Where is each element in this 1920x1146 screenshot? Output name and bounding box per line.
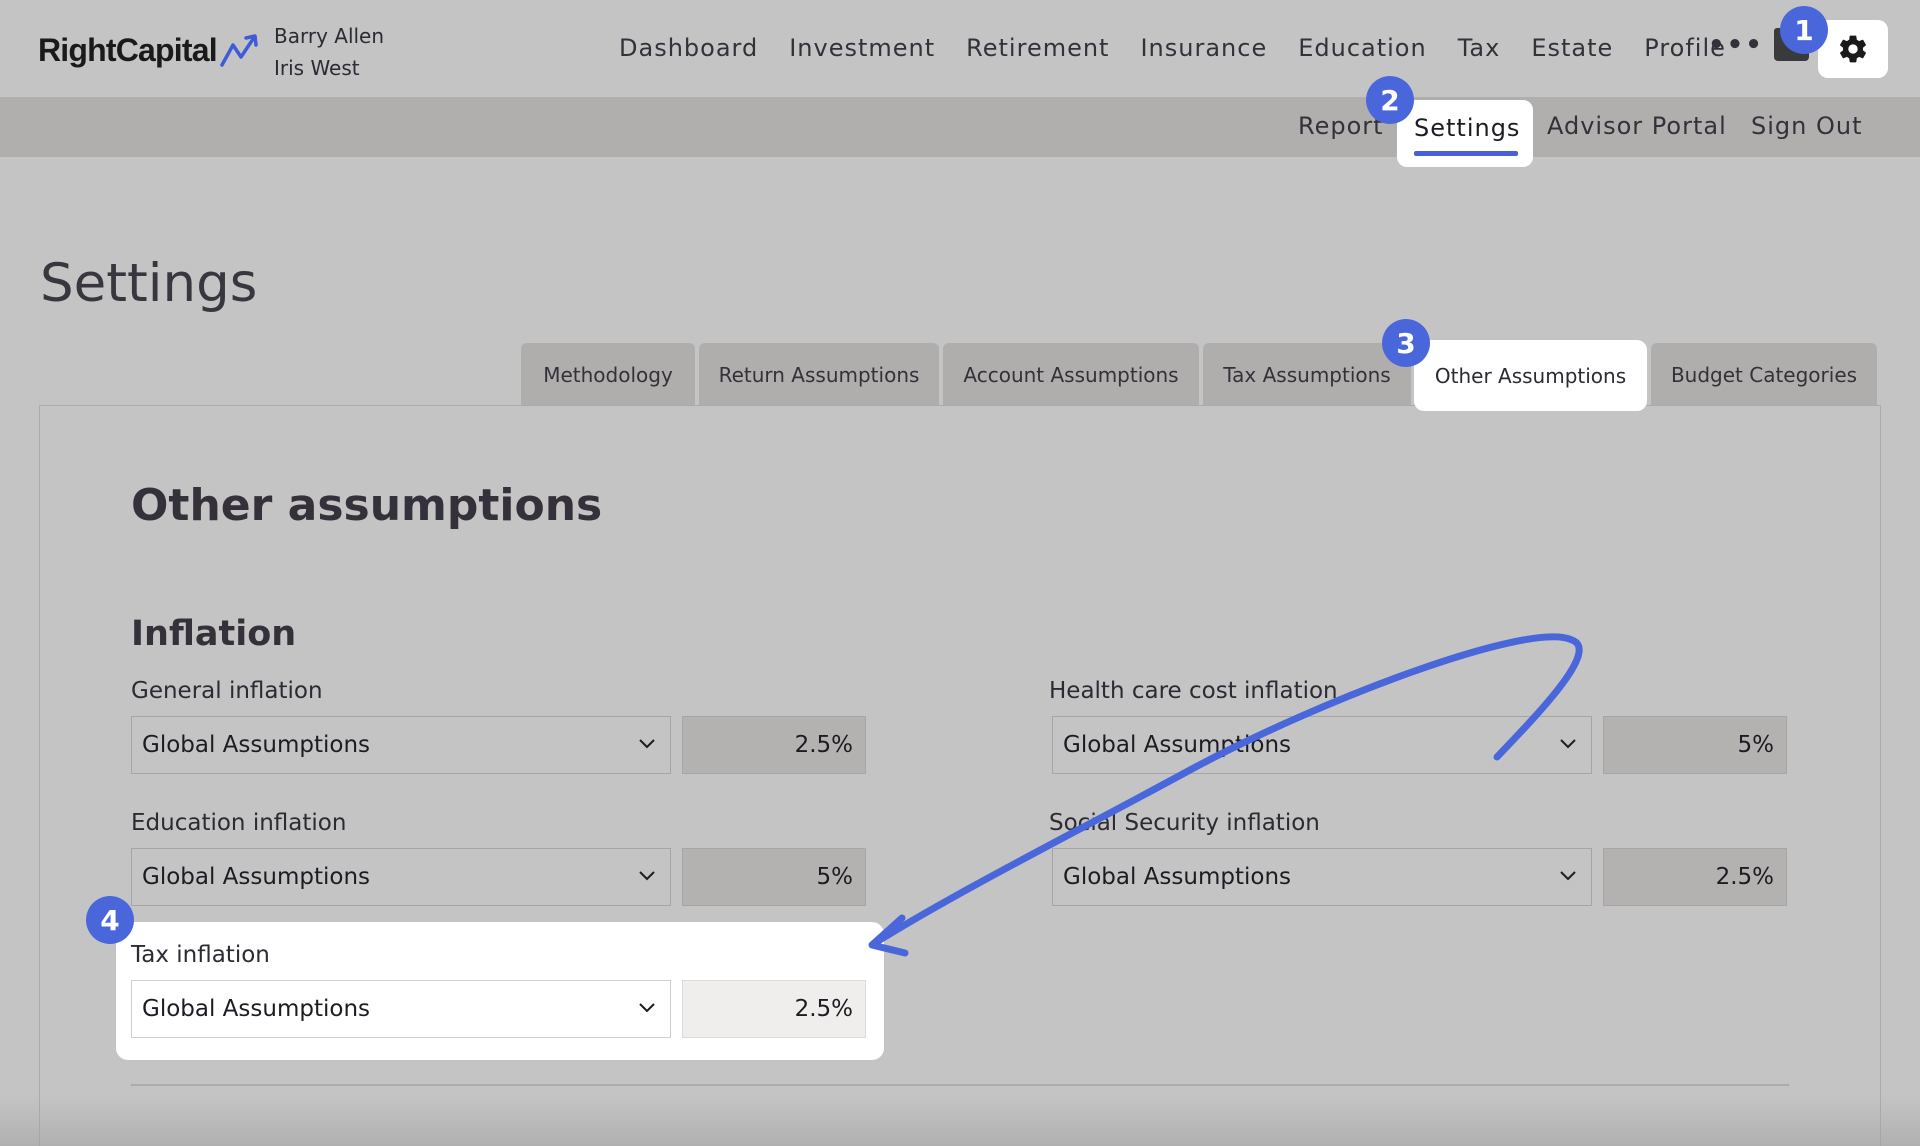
rightcapital-logo[interactable]: RightCapital <box>38 31 263 69</box>
nav-retirement[interactable]: Retirement <box>966 30 1109 66</box>
client-name-primary: Barry Allen <box>274 24 385 48</box>
subnav-advisor-portal[interactable]: Advisor Portal <box>1547 111 1727 141</box>
tab-other-assumptions[interactable]: Other Assumptions <box>1414 340 1647 411</box>
tax-inflation-select-value: Global Assumptions <box>142 996 371 1022</box>
social-security-inflation-value[interactable]: 2.5% <box>1603 848 1787 906</box>
subnav-sign-out[interactable]: Sign Out <box>1751 111 1863 141</box>
nav-investment[interactable]: Investment <box>789 30 935 66</box>
step-badge-1: 1 <box>1780 6 1828 54</box>
general-inflation-value[interactable]: 2.5% <box>682 716 866 774</box>
health-care-inflation-label: Health care cost inflation <box>1049 678 1338 704</box>
nav-insurance[interactable]: Insurance <box>1140 30 1267 66</box>
step-badge-2: 2 <box>1366 76 1414 124</box>
health-care-inflation-select-value: Global Assumptions <box>1063 732 1292 758</box>
tab-budget-categories[interactable]: Budget Categories <box>1651 343 1877 406</box>
logo-arrow-icon <box>220 34 258 67</box>
main-nav: Dashboard Investment Retirement Insuranc… <box>619 30 1757 66</box>
inflation-group-title: Inflation <box>131 614 297 654</box>
social-security-inflation-select-value: Global Assumptions <box>1063 864 1292 890</box>
education-inflation-select[interactable]: Global Assumptions <box>131 848 671 906</box>
step-badge-3: 3 <box>1382 319 1430 367</box>
chevron-down-icon <box>1560 871 1576 881</box>
nav-tax[interactable]: Tax <box>1458 30 1501 66</box>
education-inflation-select-value: Global Assumptions <box>142 864 371 890</box>
logo-text: RightCapital <box>38 31 218 68</box>
tax-inflation-value[interactable]: 2.5% <box>682 980 866 1038</box>
tab-tax-assumptions[interactable]: Tax Assumptions <box>1203 343 1411 406</box>
social-security-inflation-label: Social Security inflation <box>1049 810 1320 836</box>
client-names[interactable]: Barry Allen Iris West <box>274 20 384 84</box>
chevron-down-icon <box>1560 739 1576 749</box>
tax-inflation-select[interactable]: Global Assumptions <box>131 980 671 1038</box>
more-icon[interactable]: ••• <box>1708 30 1764 60</box>
active-tab-underline <box>1414 151 1518 156</box>
chevron-down-icon <box>639 871 655 881</box>
tax-inflation-label: Tax inflation <box>131 942 270 968</box>
settings-gear-button[interactable] <box>1818 20 1888 78</box>
step-badge-4: 4 <box>86 896 134 944</box>
tab-return-assumptions[interactable]: Return Assumptions <box>699 343 939 406</box>
section-title: Other assumptions <box>131 480 603 531</box>
nav-estate[interactable]: Estate <box>1531 30 1613 66</box>
chevron-down-icon <box>639 739 655 749</box>
education-inflation-label: Education inflation <box>131 810 347 836</box>
page-title: Settings <box>40 253 258 314</box>
section-divider <box>131 1084 1789 1086</box>
client-name-spouse: Iris West <box>274 56 360 80</box>
subnav-settings[interactable]: Settings <box>1414 111 1520 145</box>
social-security-inflation-select[interactable]: Global Assumptions <box>1052 848 1592 906</box>
health-care-inflation-value[interactable]: 5% <box>1603 716 1787 774</box>
sub-nav: Report Advisor Portal Sign Out <box>0 97 1920 157</box>
nav-dashboard[interactable]: Dashboard <box>619 30 758 66</box>
general-inflation-select-value: Global Assumptions <box>142 732 371 758</box>
top-header: RightCapital Barry Allen Iris West Dashb… <box>0 0 1920 97</box>
health-care-inflation-select[interactable]: Global Assumptions <box>1052 716 1592 774</box>
general-inflation-label: General inflation <box>131 678 323 704</box>
tab-account-assumptions[interactable]: Account Assumptions <box>943 343 1199 406</box>
gear-icon <box>1840 35 1866 63</box>
education-inflation-value[interactable]: 5% <box>682 848 866 906</box>
general-inflation-select[interactable]: Global Assumptions <box>131 716 671 774</box>
tab-methodology[interactable]: Methodology <box>521 343 695 406</box>
nav-education[interactable]: Education <box>1298 30 1426 66</box>
chevron-down-icon <box>639 1003 655 1013</box>
